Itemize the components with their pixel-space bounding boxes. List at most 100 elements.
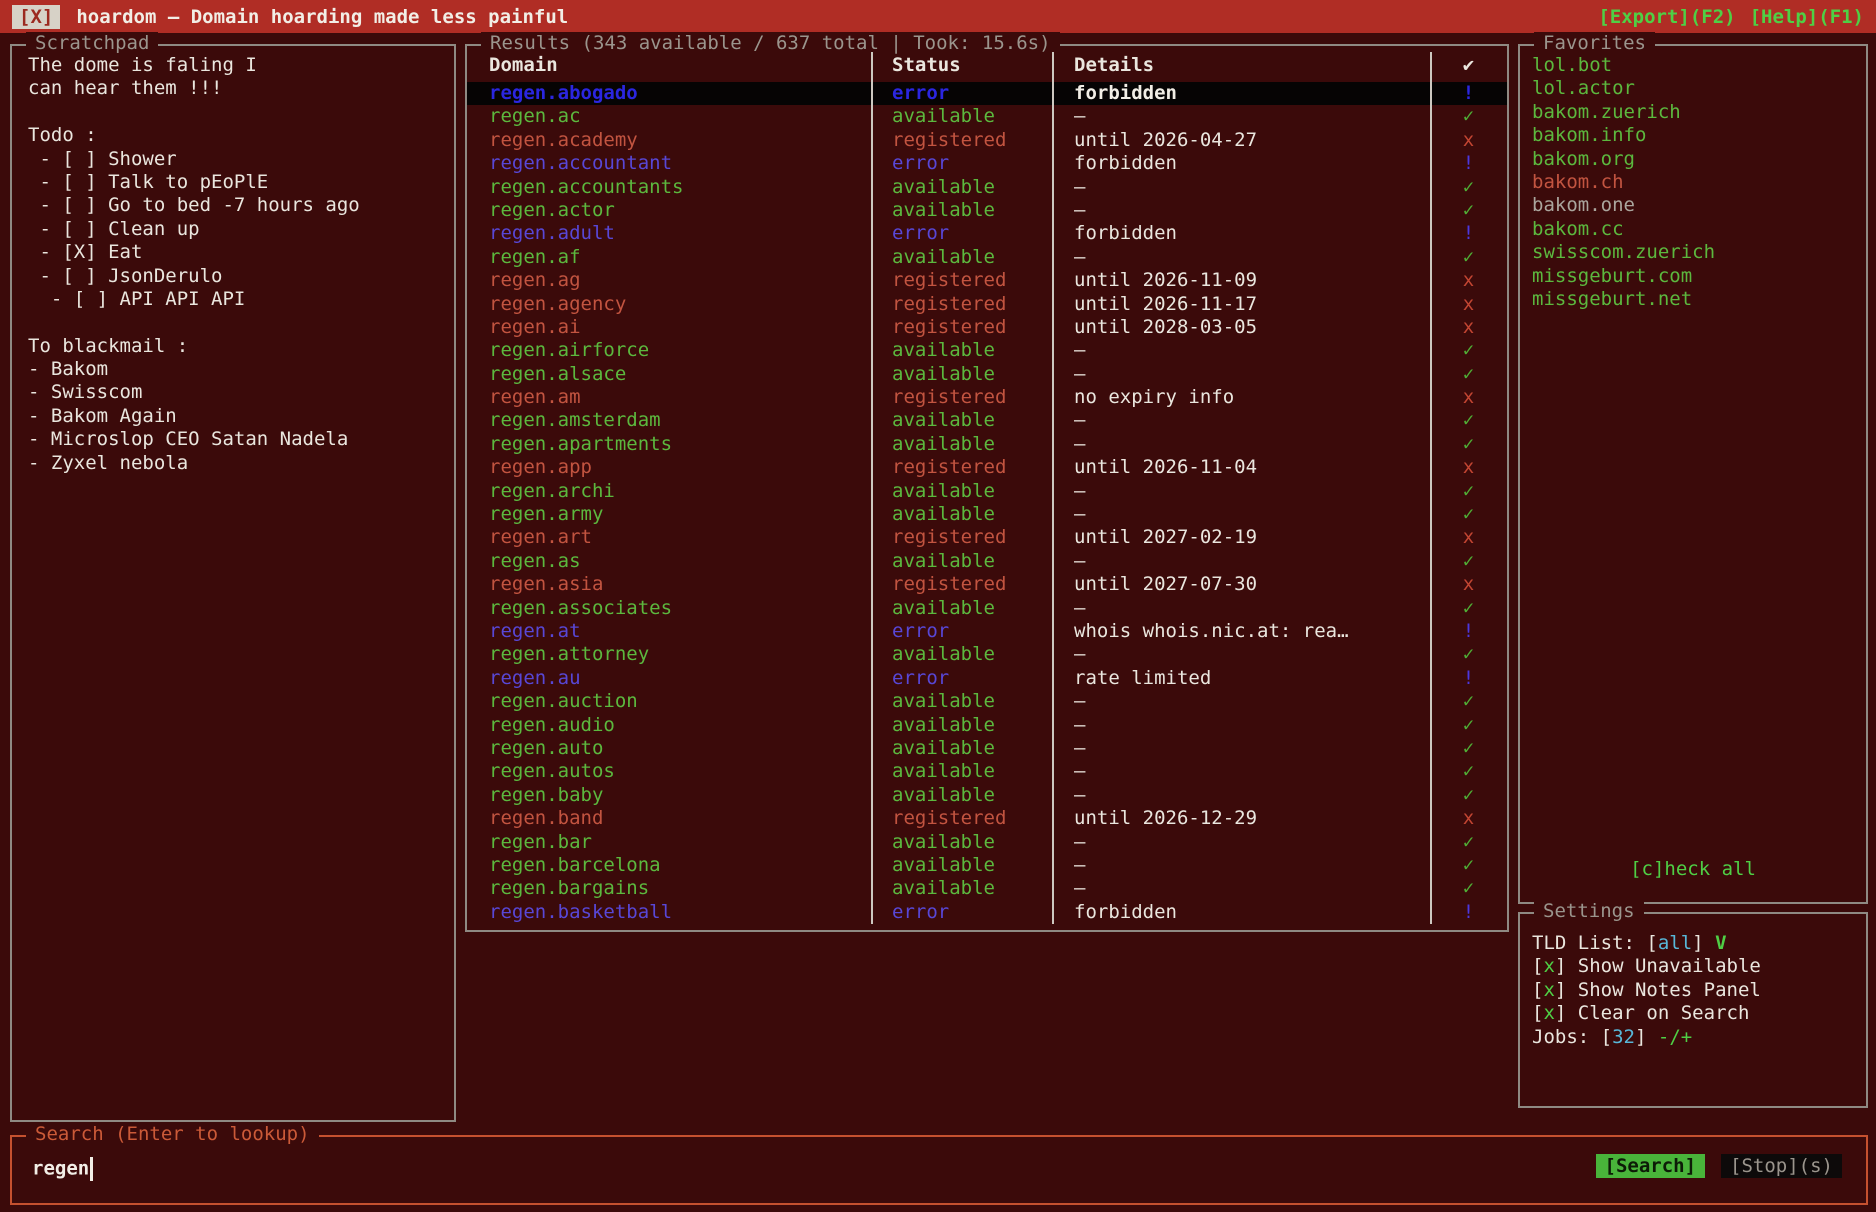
status-cell: registered	[871, 386, 1052, 409]
status-cell: registered	[871, 807, 1052, 830]
details-cell: until 2028-03-05	[1052, 316, 1430, 339]
checkbox-setting[interactable]: [x] Show Notes Panel	[1532, 979, 1858, 1002]
result-row[interactable]: regen.afavailable–✓	[467, 246, 1507, 269]
result-row[interactable]: regen.artregistereduntil 2027-02-19x	[467, 526, 1507, 549]
favorite-item[interactable]: bakom.cc	[1532, 218, 1858, 241]
settings-panel: Settings TLD List: [all] V [x] Show Unav…	[1518, 912, 1868, 1108]
result-row[interactable]: regen.alsaceavailable–✓	[467, 363, 1507, 386]
result-row[interactable]: regen.barcelonaavailable–✓	[467, 854, 1507, 877]
result-row[interactable]: regen.bargainsavailable–✓	[467, 877, 1507, 900]
result-row[interactable]: regen.bandregistereduntil 2026-12-29x	[467, 807, 1507, 830]
check-mark-icon: ✓	[1430, 760, 1507, 783]
scratchpad-line: - [ ] Go to bed -7 hours ago	[28, 194, 446, 217]
favorite-item[interactable]: lol.bot	[1532, 54, 1858, 77]
tld-list-setting[interactable]: TLD List: [all] V	[1532, 932, 1858, 955]
result-row[interactable]: regen.audioavailable–✓	[467, 714, 1507, 737]
stop-button[interactable]: [Stop](s)	[1721, 1154, 1842, 1178]
results-table-body: regen.abogadoerrorforbidden!regen.acavai…	[467, 82, 1507, 924]
jobs-setting[interactable]: Jobs: [32] -/+	[1532, 1026, 1858, 1049]
close-button[interactable]: [X]	[12, 5, 60, 29]
result-row[interactable]: regen.autoavailable–✓	[467, 737, 1507, 760]
details-cell: forbidden	[1052, 222, 1430, 245]
checkbox-setting[interactable]: [x] Clear on Search	[1532, 1002, 1858, 1025]
details-cell: –	[1052, 363, 1430, 386]
details-cell: –	[1052, 339, 1430, 362]
result-row[interactable]: regen.auerrorrate limited!	[467, 667, 1507, 690]
help-button[interactable]: [Help](F1)	[1750, 6, 1864, 28]
bracket: ]	[1692, 932, 1715, 954]
favorite-item[interactable]: bakom.one	[1532, 194, 1858, 217]
status-cell: available	[871, 831, 1052, 854]
check-mark-icon: !	[1430, 901, 1507, 924]
favorite-item[interactable]: bakom.zuerich	[1532, 101, 1858, 124]
result-row[interactable]: regen.associatesavailable–✓	[467, 597, 1507, 620]
result-row[interactable]: regen.autosavailable–✓	[467, 760, 1507, 783]
search-input[interactable]: regen	[32, 1157, 93, 1181]
details-cell: until 2026-04-27	[1052, 129, 1430, 152]
results-title: Results (343 available / 637 total | Too…	[481, 32, 1060, 54]
scratchpad-panel[interactable]: Scratchpad The dome is faling Ican hear …	[10, 44, 456, 1122]
result-row[interactable]: regen.appregistereduntil 2026-11-04x	[467, 456, 1507, 479]
status-cell: available	[871, 760, 1052, 783]
domain-cell: regen.ac	[467, 105, 871, 128]
result-row[interactable]: regen.amsterdamavailable–✓	[467, 409, 1507, 432]
favorite-item[interactable]: missgeburt.com	[1532, 265, 1858, 288]
export-button[interactable]: [Export](F2)	[1598, 6, 1735, 28]
result-row[interactable]: regen.armyavailable–✓	[467, 503, 1507, 526]
status-cell: registered	[871, 573, 1052, 596]
check-mark-icon: x	[1430, 386, 1507, 409]
result-row[interactable]: regen.auctionavailable–✓	[467, 690, 1507, 713]
status-cell: available	[871, 199, 1052, 222]
scratchpad-content[interactable]: The dome is faling Ican hear them !!!Tod…	[28, 54, 446, 475]
favorite-item[interactable]: swisscom.zuerich	[1532, 241, 1858, 264]
result-row-selected[interactable]: regen.abogadoerrorforbidden!	[467, 82, 1507, 105]
result-row[interactable]: regen.baravailable–✓	[467, 831, 1507, 854]
check-mark-icon: x	[1430, 573, 1507, 596]
result-row[interactable]: regen.airegistereduntil 2028-03-05x	[467, 316, 1507, 339]
domain-cell: regen.am	[467, 386, 871, 409]
result-row[interactable]: regen.apartmentsavailable–✓	[467, 433, 1507, 456]
details-cell: –	[1052, 597, 1430, 620]
favorite-item[interactable]: missgeburt.net	[1532, 288, 1858, 311]
check-mark-icon: ✓	[1430, 480, 1507, 503]
check-mark-icon: ✓	[1430, 831, 1507, 854]
check-all-button[interactable]: [c]heck all	[1520, 858, 1866, 880]
jobs-stepper[interactable]: -/+	[1658, 1026, 1692, 1048]
favorite-item[interactable]: bakom.ch	[1532, 171, 1858, 194]
domain-cell: regen.basketball	[467, 901, 871, 924]
favorite-item[interactable]: bakom.info	[1532, 124, 1858, 147]
check-mark-icon: ✓	[1430, 714, 1507, 737]
search-panel: Search (Enter to lookup) regen [Search] …	[10, 1135, 1868, 1205]
scratchpad-line: - Microslop CEO Satan Nadela	[28, 428, 446, 451]
check-mark-icon: x	[1430, 129, 1507, 152]
result-row[interactable]: regen.academyregistereduntil 2026-04-27x	[467, 129, 1507, 152]
result-row[interactable]: regen.amregisteredno expiry infox	[467, 386, 1507, 409]
tld-list-value[interactable]: all	[1658, 932, 1692, 954]
result-row[interactable]: regen.adulterrorforbidden!	[467, 222, 1507, 245]
result-row[interactable]: regen.airforceavailable–✓	[467, 339, 1507, 362]
details-cell: –	[1052, 714, 1430, 737]
check-mark-icon: x	[1430, 526, 1507, 549]
result-row[interactable]: regen.asiaregistereduntil 2027-07-30x	[467, 573, 1507, 596]
tld-dropdown-icon[interactable]: V	[1715, 932, 1726, 954]
result-row[interactable]: regen.accountantsavailable–✓	[467, 176, 1507, 199]
result-row[interactable]: regen.accountanterrorforbidden!	[467, 152, 1507, 175]
result-row[interactable]: regen.aterrorwhois whois.nic.at: rea…!	[467, 620, 1507, 643]
result-row[interactable]: regen.agregistereduntil 2026-11-09x	[467, 269, 1507, 292]
favorite-item[interactable]: lol.actor	[1532, 77, 1858, 100]
status-cell: available	[871, 714, 1052, 737]
result-row[interactable]: regen.attorneyavailable–✓	[467, 643, 1507, 666]
result-row[interactable]: regen.agencyregistereduntil 2026-11-17x	[467, 293, 1507, 316]
result-row[interactable]: regen.actoravailable–✓	[467, 199, 1507, 222]
checkbox-setting[interactable]: [x] Show Unavailable	[1532, 955, 1858, 978]
result-row[interactable]: regen.acavailable–✓	[467, 105, 1507, 128]
result-row[interactable]: regen.asavailable–✓	[467, 550, 1507, 573]
search-button[interactable]: [Search]	[1596, 1154, 1706, 1178]
status-cell: available	[871, 480, 1052, 503]
result-row[interactable]: regen.babyavailable–✓	[467, 784, 1507, 807]
search-input-text: regen	[32, 1158, 89, 1180]
result-row[interactable]: regen.basketballerrorforbidden!	[467, 901, 1507, 924]
favorite-item[interactable]: bakom.org	[1532, 148, 1858, 171]
result-row[interactable]: regen.archiavailable–✓	[467, 480, 1507, 503]
status-cell: available	[871, 176, 1052, 199]
